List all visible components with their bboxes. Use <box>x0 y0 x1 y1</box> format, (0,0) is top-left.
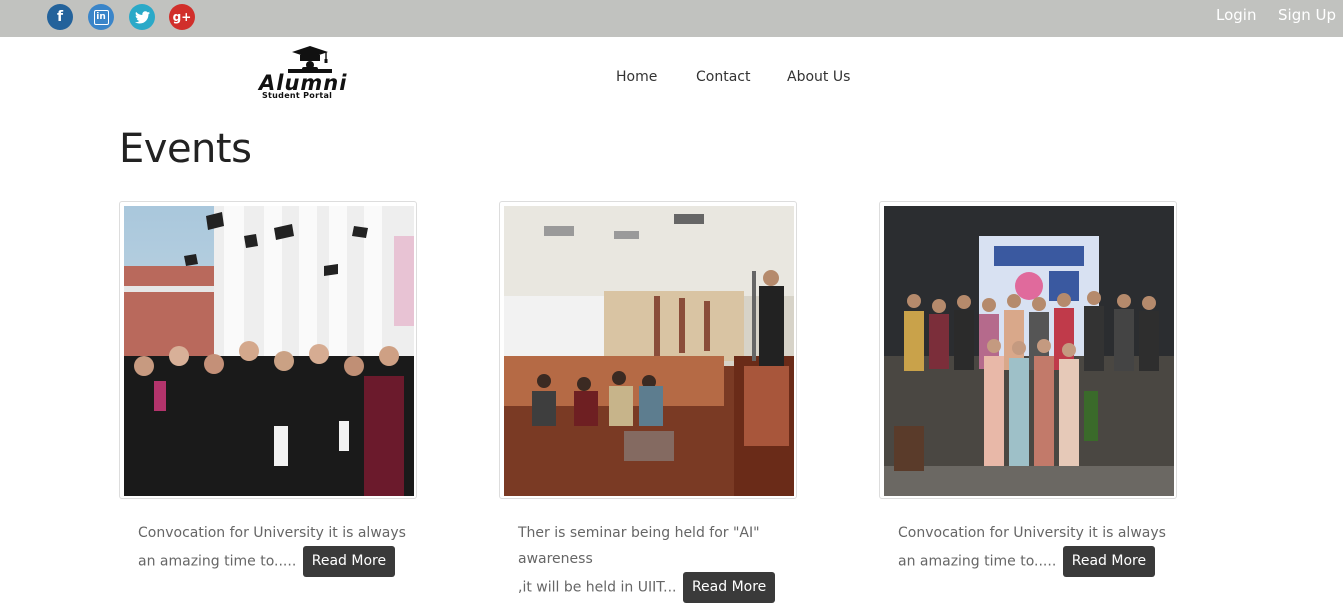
event-caption-line2: an amazing time to..... <box>138 553 297 570</box>
event-caption-line2: ,it will be held in UIIT... <box>518 579 677 596</box>
seminar-hall-photo <box>504 206 794 496</box>
logo-subtitle: Student Portal <box>262 91 333 100</box>
event-caption: Convocation for University it is always … <box>138 520 438 577</box>
read-more-button[interactable]: Read More <box>302 546 396 577</box>
event-image-graduation[interactable] <box>119 201 417 499</box>
event-image-seminar[interactable] <box>499 201 797 499</box>
top-bar: f in g+ Login Sign Up <box>0 0 1343 37</box>
nav-about-us[interactable]: About Us <box>787 69 850 85</box>
event-caption-line1: Ther is seminar being held for "AI" awar… <box>518 525 760 567</box>
page-title: Events <box>119 126 252 172</box>
graduation-photo <box>124 206 414 496</box>
event-image-group[interactable] <box>879 201 1177 499</box>
linkedin-icon[interactable]: in <box>88 4 114 30</box>
event-caption-line1: Convocation for University it is always <box>138 525 406 541</box>
site-logo[interactable]: Alumni Student Portal <box>258 45 362 101</box>
google-plus-icon[interactable]: g+ <box>169 4 195 30</box>
group-photo <box>884 206 1174 496</box>
event-caption: Convocation for University it is always … <box>898 520 1198 577</box>
read-more-button[interactable]: Read More <box>682 572 776 603</box>
event-caption-line1: Convocation for University it is always <box>898 525 1166 541</box>
login-link[interactable]: Login <box>1216 6 1256 24</box>
nav-home[interactable]: Home <box>616 69 657 85</box>
event-caption: Ther is seminar being held for "AI" awar… <box>518 520 818 603</box>
read-more-button[interactable]: Read More <box>1062 546 1156 577</box>
event-caption-line2: an amazing time to..... <box>898 553 1057 570</box>
facebook-icon[interactable]: f <box>47 4 73 30</box>
twitter-icon[interactable] <box>129 4 155 30</box>
logo-wordmark: Alumni <box>259 71 348 95</box>
nav-contact[interactable]: Contact <box>696 69 750 85</box>
signup-link[interactable]: Sign Up <box>1278 6 1336 24</box>
